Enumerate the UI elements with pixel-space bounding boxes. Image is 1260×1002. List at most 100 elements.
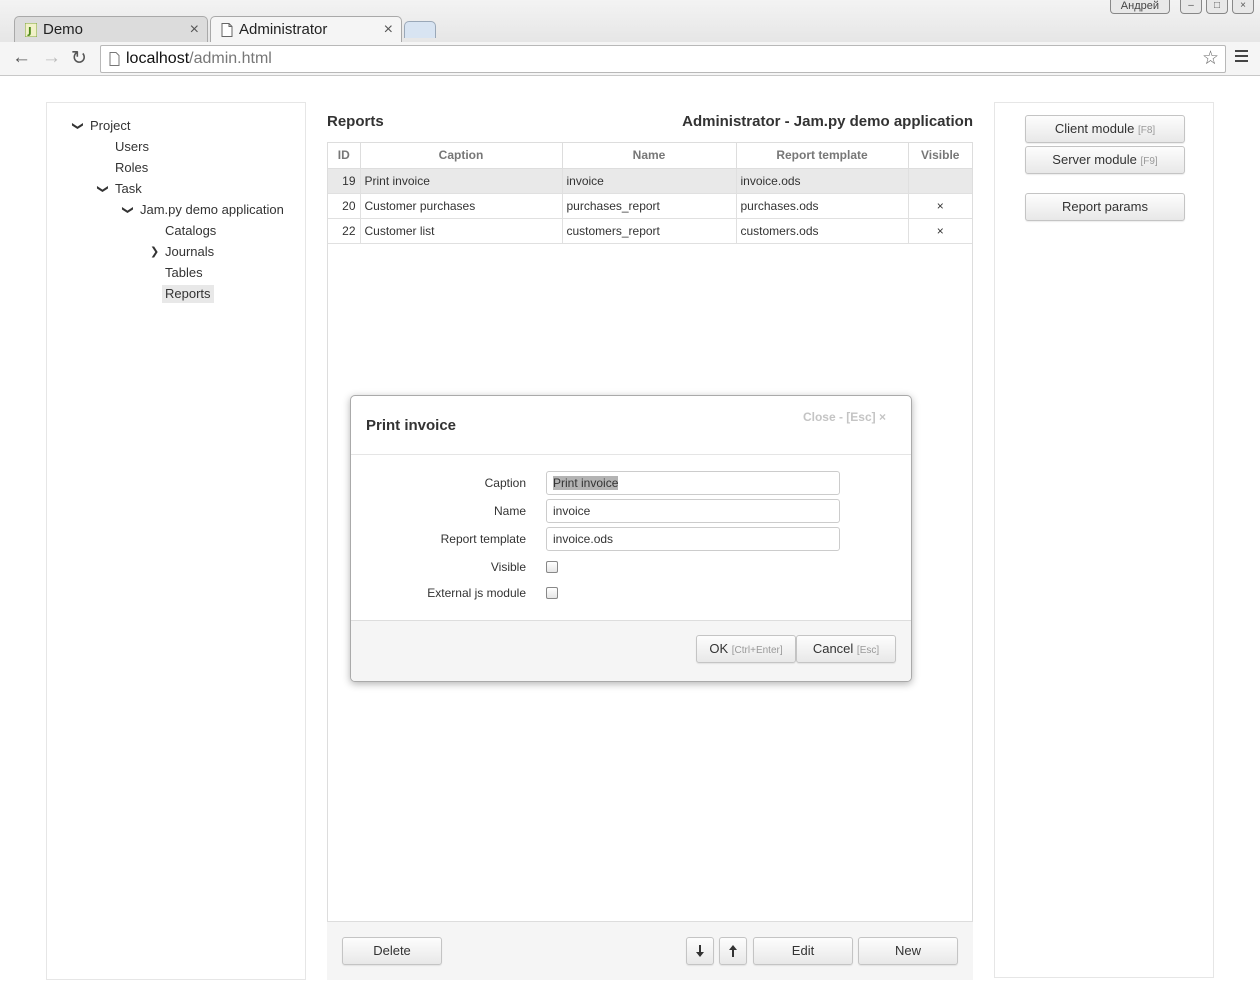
name-input[interactable]: invoice bbox=[546, 499, 840, 523]
new-button[interactable]: New bbox=[858, 937, 958, 965]
cell-template: customers.ods bbox=[736, 218, 909, 244]
tree-item-reports[interactable]: Reports bbox=[162, 285, 214, 303]
server-module-button[interactable]: Server module [F9] bbox=[1025, 146, 1185, 174]
client-module-hint: [F8] bbox=[1137, 125, 1156, 136]
name-label: Name bbox=[493, 504, 526, 518]
window-controls: Андрей – □ × bbox=[1109, 0, 1254, 18]
client-module-label: Client module bbox=[1054, 121, 1135, 136]
tree-item-catalogs[interactable]: Catalogs bbox=[162, 222, 219, 240]
column-header-id[interactable]: ID bbox=[328, 143, 361, 169]
project-tree-panel: ❯ Project Users Roles ❯ Task ❯ Jam.py de… bbox=[46, 102, 306, 980]
user-profile-button[interactable]: Андрей bbox=[1109, 0, 1170, 14]
tab-label: Administrator bbox=[239, 21, 328, 38]
caption-input[interactable]: Print invoice bbox=[546, 471, 840, 495]
tree-item-tables[interactable]: Tables bbox=[162, 264, 206, 282]
chevron-down-icon[interactable]: ❯ bbox=[119, 205, 137, 214]
tree-item-journals[interactable]: Journals bbox=[162, 243, 217, 261]
cell-template: purchases.ods bbox=[736, 193, 909, 219]
external-js-module-checkbox[interactable] bbox=[546, 587, 558, 599]
cancel-button[interactable]: Cancel [Esc] bbox=[796, 635, 896, 663]
cell-name: invoice bbox=[562, 168, 737, 194]
dialog-header: Print invoice Close - [Esc] × bbox=[351, 396, 911, 455]
dialog-footer: OK [Ctrl+Enter] Cancel [Esc] bbox=[351, 620, 911, 681]
table-action-bar: Delete Edit New bbox=[327, 922, 973, 980]
tab-administrator[interactable]: Administrator × bbox=[210, 16, 402, 42]
maximize-icon[interactable]: □ bbox=[1206, 0, 1228, 14]
ok-button[interactable]: OK [Ctrl+Enter] bbox=[696, 635, 796, 663]
page-icon bbox=[109, 52, 120, 66]
cancel-label: Cancel bbox=[812, 641, 854, 656]
delete-button[interactable]: Delete bbox=[342, 937, 442, 965]
column-header-visible[interactable]: Visible bbox=[908, 143, 972, 169]
forward-arrow-icon[interactable]: → bbox=[42, 47, 61, 69]
module-panel: Client module [F8] Server module [F9] Re… bbox=[994, 102, 1214, 978]
app-title: Administrator - Jam.py demo application bbox=[682, 113, 973, 130]
minimize-icon[interactable]: – bbox=[1180, 0, 1202, 14]
server-module-label: Server module bbox=[1052, 152, 1137, 167]
cell-id: 20 bbox=[328, 193, 361, 219]
page-icon bbox=[221, 23, 233, 37]
url-path: /admin.html bbox=[189, 50, 272, 67]
tree-item-application[interactable]: Jam.py demo application bbox=[137, 201, 287, 219]
chevron-down-icon[interactable]: ❯ bbox=[69, 121, 87, 130]
chevron-right-icon[interactable]: ❯ bbox=[150, 243, 159, 261]
svg-text:J: J bbox=[27, 26, 32, 37]
column-header-template[interactable]: Report template bbox=[736, 143, 909, 169]
tree-item-roles[interactable]: Roles bbox=[112, 159, 151, 177]
edit-button[interactable]: Edit bbox=[753, 937, 853, 965]
ok-hint: [Ctrl+Enter] bbox=[731, 645, 783, 656]
tab-label: Demo bbox=[43, 21, 84, 38]
visible-checkbox[interactable] bbox=[546, 561, 558, 573]
browser-menu-icon[interactable] bbox=[1235, 50, 1248, 65]
edit-report-dialog: Print invoice Close - [Esc] × Caption Pr… bbox=[350, 395, 912, 682]
browser-titlebar: J Demo × Administrator × Андрей – □ × bbox=[0, 0, 1260, 42]
report-template-input[interactable]: invoice.ods bbox=[546, 527, 840, 551]
new-tab-button[interactable] bbox=[404, 21, 436, 38]
dialog-close-button[interactable]: Close - [Esc] × bbox=[803, 410, 886, 424]
close-tab-icon[interactable]: × bbox=[190, 17, 199, 43]
close-window-icon[interactable]: × bbox=[1232, 0, 1254, 14]
move-down-button[interactable] bbox=[686, 937, 714, 965]
visible-label: Visible bbox=[490, 560, 526, 574]
tree-item-users[interactable]: Users bbox=[112, 138, 152, 156]
jam-favicon-icon: J bbox=[25, 23, 37, 37]
cancel-hint: [Esc] bbox=[856, 645, 880, 656]
table-row[interactable]: 22 Customer list customers_report custom… bbox=[328, 218, 972, 244]
cell-caption: Customer purchases bbox=[360, 193, 563, 219]
table-row[interactable]: 20 Customer purchases purchases_report p… bbox=[328, 193, 972, 219]
cell-visible: × bbox=[908, 218, 972, 244]
move-up-button[interactable] bbox=[719, 937, 747, 965]
tab-demo[interactable]: J Demo × bbox=[14, 16, 208, 42]
cell-visible bbox=[908, 168, 972, 194]
column-header-caption[interactable]: Caption bbox=[360, 143, 563, 169]
back-arrow-icon[interactable]: ← bbox=[12, 47, 31, 69]
browser-toolbar: ← → ↻ localhost/admin.html ☆ bbox=[0, 42, 1260, 76]
chevron-down-icon[interactable]: ❯ bbox=[94, 184, 112, 193]
cell-template: invoice.ods bbox=[736, 168, 909, 194]
address-bar[interactable]: localhost/admin.html ☆ bbox=[100, 45, 1226, 73]
cell-visible: × bbox=[908, 193, 972, 219]
dialog-title: Print invoice bbox=[366, 417, 457, 434]
cell-caption: Print invoice bbox=[360, 168, 563, 194]
cell-id: 19 bbox=[328, 168, 361, 194]
caption-value: Print invoice bbox=[553, 476, 619, 490]
report-params-button[interactable]: Report params bbox=[1025, 193, 1185, 221]
tree-item-task[interactable]: Task bbox=[112, 180, 145, 198]
client-module-button[interactable]: Client module [F8] bbox=[1025, 115, 1185, 143]
close-tab-icon[interactable]: × bbox=[384, 17, 393, 43]
cell-name: customers_report bbox=[562, 218, 737, 244]
table-row[interactable]: 19 Print invoice invoice invoice.ods bbox=[328, 168, 972, 194]
arrow-down-icon bbox=[696, 945, 704, 957]
cell-name: purchases_report bbox=[562, 193, 737, 219]
cell-caption: Customer list bbox=[360, 218, 563, 244]
tree-item-project[interactable]: Project bbox=[87, 117, 133, 135]
column-header-name[interactable]: Name bbox=[562, 143, 737, 169]
page-title: Reports bbox=[327, 113, 384, 130]
bookmark-star-icon[interactable]: ☆ bbox=[1202, 46, 1219, 72]
reload-icon[interactable]: ↻ bbox=[71, 47, 87, 70]
server-module-hint: [F9] bbox=[1140, 156, 1158, 167]
ok-label: OK bbox=[709, 641, 729, 656]
table-header-row: ID Caption Name Report template Visible bbox=[328, 143, 972, 169]
cell-id: 22 bbox=[328, 218, 361, 244]
url-host: localhost bbox=[126, 50, 190, 67]
